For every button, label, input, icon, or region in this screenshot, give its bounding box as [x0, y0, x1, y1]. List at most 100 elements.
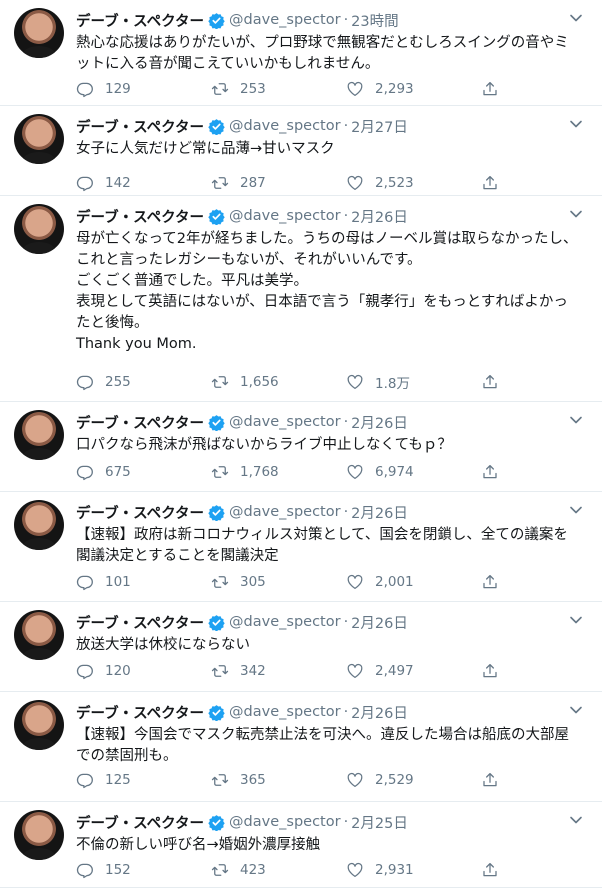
timestamp[interactable]: 2月26日	[351, 702, 408, 723]
retweet-button[interactable]: 287	[211, 174, 346, 192]
chevron-down-icon[interactable]	[568, 10, 584, 26]
like-button[interactable]: 2,001	[346, 573, 481, 591]
like-button[interactable]: 2,523	[346, 174, 481, 192]
timestamp[interactable]: 2月27日	[351, 116, 408, 137]
like-button[interactable]: 2,497	[346, 662, 481, 680]
separator-dot: ·	[343, 12, 349, 28]
tweet-actions: 142 287 2,523	[76, 172, 516, 194]
reply-button[interactable]: 120	[76, 662, 211, 680]
tweet-text: 不倫の新しい呼び名→婚姻外濃厚接触	[76, 837, 321, 853]
avatar[interactable]	[14, 610, 64, 660]
handle[interactable]: @dave_spector	[229, 814, 341, 830]
chevron-down-icon[interactable]	[568, 502, 584, 518]
tweet[interactable]: デーブ・スペクター @dave_spector · 2月26日 【速報】政府は新…	[0, 492, 602, 602]
avatar[interactable]	[14, 114, 64, 164]
tweet-text: 放送大学は休校にならない	[76, 637, 250, 653]
avatar[interactable]	[14, 810, 64, 860]
handle[interactable]: @dave_spector	[229, 504, 341, 520]
handle[interactable]: @dave_spector	[229, 704, 341, 720]
share-button[interactable]	[481, 463, 511, 481]
handle[interactable]: @dave_spector	[229, 414, 341, 430]
reply-count: 129	[105, 81, 131, 97]
separator-dot: ·	[343, 208, 349, 224]
like-button[interactable]: 2,931	[346, 861, 481, 879]
reply-button[interactable]: 675	[76, 463, 211, 481]
reply-button[interactable]: 142	[76, 174, 211, 192]
retweet-icon	[211, 665, 229, 677]
verified-badge-icon	[208, 814, 225, 831]
display-name[interactable]: デーブ・スペクター	[76, 502, 204, 523]
avatar[interactable]	[14, 8, 64, 58]
display-name[interactable]: デーブ・スペクター	[76, 812, 204, 833]
chevron-down-icon[interactable]	[568, 812, 584, 828]
chevron-down-icon[interactable]	[568, 116, 584, 132]
tweet-header: デーブ・スペクター @dave_spector · 2月26日	[76, 206, 562, 226]
tweet[interactable]: デーブ・スペクター @dave_spector · 2月27日 女子に人気だけど…	[0, 106, 602, 196]
separator-dot: ·	[343, 504, 349, 520]
handle[interactable]: @dave_spector	[229, 614, 341, 630]
share-button[interactable]	[481, 662, 511, 680]
retweet-icon	[211, 466, 229, 478]
chevron-down-icon[interactable]	[568, 206, 584, 222]
retweet-button[interactable]: 253	[211, 80, 346, 98]
handle[interactable]: @dave_spector	[229, 118, 341, 134]
retweet-count: 1,656	[240, 374, 279, 390]
reply-button[interactable]: 255	[76, 373, 211, 391]
display-name[interactable]: デーブ・スペクター	[76, 10, 204, 31]
display-name[interactable]: デーブ・スペクター	[76, 702, 204, 723]
tweet-actions: 129 253 2,293	[76, 78, 516, 100]
share-button[interactable]	[481, 174, 511, 192]
like-button[interactable]: 1.8万	[346, 372, 481, 392]
retweet-button[interactable]: 1,768	[211, 463, 346, 481]
share-button[interactable]	[481, 861, 511, 879]
like-button[interactable]: 6,974	[346, 463, 481, 481]
retweet-icon	[211, 83, 229, 95]
like-count: 2,497	[375, 663, 414, 679]
retweet-button[interactable]: 423	[211, 861, 346, 879]
tweet-header: デーブ・スペクター @dave_spector · 2月26日	[76, 502, 562, 522]
avatar[interactable]	[14, 410, 64, 460]
display-name[interactable]: デーブ・スペクター	[76, 206, 204, 227]
like-button[interactable]: 2,529	[346, 771, 481, 789]
retweet-button[interactable]: 342	[211, 662, 346, 680]
tweet[interactable]: デーブ・スペクター @dave_spector · 2月26日 【速報】今国会で…	[0, 692, 602, 802]
chevron-down-icon[interactable]	[568, 412, 584, 428]
tweet-actions: 675 1,768 6,974	[76, 461, 516, 483]
share-button[interactable]	[481, 373, 511, 391]
retweet-button[interactable]: 1,656	[211, 373, 346, 391]
timestamp[interactable]: 2月26日	[351, 206, 408, 227]
chevron-down-icon[interactable]	[568, 612, 584, 628]
reply-button[interactable]: 125	[76, 771, 211, 789]
retweet-button[interactable]: 365	[211, 771, 346, 789]
avatar[interactable]	[14, 500, 64, 550]
avatar[interactable]	[14, 204, 64, 254]
display-name[interactable]: デーブ・スペクター	[76, 412, 204, 433]
handle[interactable]: @dave_spector	[229, 208, 341, 224]
reply-icon	[76, 375, 93, 391]
reply-button[interactable]: 129	[76, 80, 211, 98]
avatar[interactable]	[14, 700, 64, 750]
share-button[interactable]	[481, 573, 511, 591]
tweet[interactable]: デーブ・スペクター @dave_spector · 2月26日 放送大学は休校に…	[0, 602, 602, 692]
retweet-button[interactable]: 305	[211, 573, 346, 591]
tweet[interactable]: デーブ・スペクター @dave_spector · 23時間 熱心な応援はありが…	[0, 0, 602, 106]
tweet[interactable]: デーブ・スペクター @dave_spector · 2月26日 母が亡くなって2…	[0, 196, 602, 402]
chevron-down-icon[interactable]	[568, 702, 584, 718]
timestamp[interactable]: 2月26日	[351, 412, 408, 433]
timestamp[interactable]: 2月25日	[351, 812, 408, 833]
reply-button[interactable]: 152	[76, 861, 211, 879]
tweet[interactable]: デーブ・スペクター @dave_spector · 2月25日 不倫の新しい呼び…	[0, 802, 602, 888]
reply-button[interactable]: 101	[76, 573, 211, 591]
timestamp[interactable]: 2月26日	[351, 502, 408, 523]
like-button[interactable]: 2,293	[346, 80, 481, 98]
reply-icon	[76, 82, 93, 98]
share-button[interactable]	[481, 771, 511, 789]
handle[interactable]: @dave_spector	[229, 12, 341, 28]
display-name[interactable]: デーブ・スペクター	[76, 612, 204, 633]
tweet[interactable]: デーブ・スペクター @dave_spector · 2月26日 口パクなら飛沫が…	[0, 402, 602, 492]
timestamp[interactable]: 23時間	[351, 10, 398, 31]
timestamp[interactable]: 2月26日	[351, 612, 408, 633]
display-name[interactable]: デーブ・スペクター	[76, 116, 204, 137]
tweet-text: 【速報】今国会でマスク転売禁止法を可決へ。違反した場合は船底の大部屋での禁固刑も…	[76, 727, 569, 764]
share-button[interactable]	[481, 80, 511, 98]
